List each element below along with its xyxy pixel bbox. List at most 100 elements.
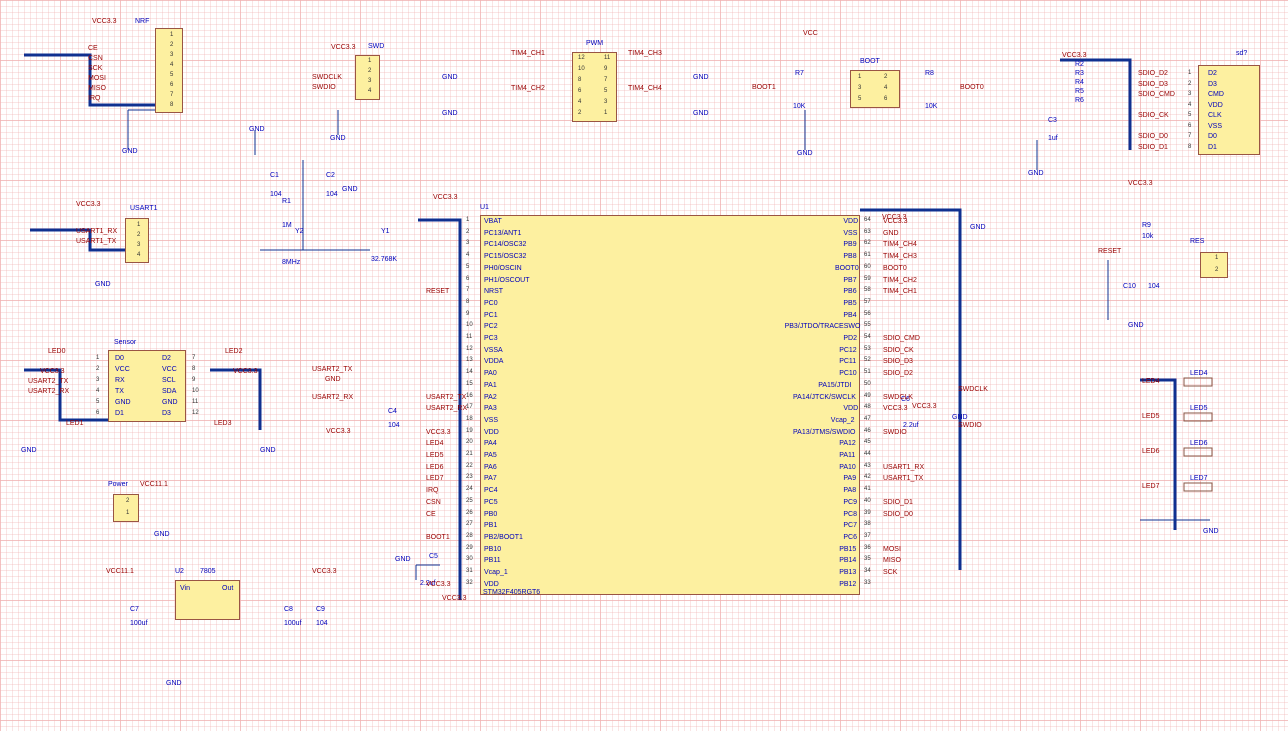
r9v: 10k (1142, 233, 1153, 240)
boot-n0: BOOT1 (752, 84, 776, 91)
sd-ref: sd? (1236, 50, 1247, 57)
mcu-lpname-3: PC14/OSC32 (484, 241, 526, 248)
boot-p4: 4 (884, 85, 887, 91)
mcu-rpnum-49: 49 (864, 393, 871, 399)
mcu-lpname-11: PC3 (484, 335, 498, 342)
mcu-rpname-57: PB5 (843, 300, 856, 307)
res-ref: RES (1190, 238, 1204, 245)
mcu-lnet-17: USART2_RX (426, 405, 467, 412)
mcu-rpname-60: BOOT0 (835, 265, 859, 272)
sensor-ln3: TX (115, 388, 124, 395)
led-ref0: LED4 (1190, 370, 1208, 377)
mcu-lpname-30: PB11 (484, 557, 501, 564)
boot-p6: 6 (884, 96, 887, 102)
mcu-rpname-33: PB12 (839, 581, 856, 588)
pwm-pr3: 3 (604, 99, 607, 105)
res-gnd: GND (1128, 322, 1144, 329)
mcu-lpnum-31: 31 (466, 568, 473, 574)
mcu-rpname-47: Vcap_2 (831, 417, 855, 424)
usart1-vcc: VCC3.3 (76, 201, 101, 208)
reg-ref: U2 (175, 568, 184, 575)
nrf-p3: 3 (170, 52, 173, 58)
res-vcc: VCC3.3 (1128, 180, 1153, 187)
mcu-lnet-28: BOOT1 (426, 534, 450, 541)
sd-pn6: D0 (1208, 133, 1217, 140)
sensor-ref: Sensor (114, 339, 136, 346)
c1: C1 (270, 172, 279, 179)
sensor-ln5: D1 (115, 410, 124, 417)
sensor-rn4: GND (162, 399, 178, 406)
mcu-rnet-61: TIM4_CH3 (883, 253, 917, 260)
nrf-n1: CSN (88, 55, 103, 62)
mcu-rnet-64: VCC3.3 (883, 218, 908, 225)
mcu-lpnum-12: 12 (466, 346, 473, 352)
sd-p5: 5 (1188, 112, 1191, 118)
mcu-rpnum-51: 51 (864, 369, 871, 375)
boot-p1: 1 (858, 74, 861, 80)
boot-r8: R8 (925, 70, 934, 77)
mcu-lpnum-7: 7 (466, 287, 469, 293)
mcu-lnet-7: RESET (426, 288, 449, 295)
mcu-lpname-1: VBAT (484, 218, 502, 225)
mcu-lpname-5: PH0/OSCIN (484, 265, 522, 272)
mcu-part: STM32F405RGT6 (483, 589, 540, 596)
c4v: 104 (388, 422, 400, 429)
mcu-rpname-53: PC12 (839, 347, 857, 354)
mcu-lpname-9: PC1 (484, 312, 498, 319)
sensor-gnd1: GND (21, 447, 37, 454)
sensor-lp5: 6 (96, 410, 99, 416)
nrf-n3: MOSI (88, 75, 106, 82)
c2: C2 (326, 172, 335, 179)
sensor-ln2: RX (115, 377, 125, 384)
sensor-led1: LED1 (66, 420, 84, 427)
sd-r2: R4 (1075, 79, 1084, 86)
usart2-tx: USART2_TX (312, 366, 352, 373)
pwm-pr1: 1 (604, 110, 607, 116)
res-p2: 2 (1215, 267, 1218, 273)
osc-c2gnd: GND (342, 186, 358, 193)
res-body (1200, 252, 1228, 278)
mcu-rnet-63: GND (883, 230, 899, 237)
pwm-ref: PWM (586, 40, 603, 47)
mcu-rnet-43: USART1_RX (883, 464, 924, 471)
boot-r7v: 10K (793, 103, 805, 110)
mcu-lnet-16: USART2_TX (426, 394, 466, 401)
swd-p4: 4 (368, 88, 371, 94)
usart2-rx: USART2_RX (312, 394, 353, 401)
mcu-rpname-35: PB14 (839, 557, 856, 564)
nrf-p2: 2 (170, 42, 173, 48)
nrf-p7: 7 (170, 92, 173, 98)
sd-r1: R3 (1075, 70, 1084, 77)
mcu-rpnum-54: 54 (864, 334, 871, 340)
pwm-pr11: 11 (604, 55, 610, 61)
osc-gndtop: GND (249, 126, 265, 133)
boot-p3: 3 (858, 85, 861, 91)
pwm-n0: TIM4_CH1 (511, 50, 545, 57)
mcu-lpnum-30: 30 (466, 556, 473, 562)
mcu-rpname-64: VDD (843, 218, 858, 225)
mcu-rpname-61: PB8 (843, 253, 856, 260)
sensor-n1: USART2_TX (28, 378, 68, 385)
c8v: 100uf (284, 620, 302, 627)
mcu-lpname-27: PB1 (484, 522, 497, 529)
mcu-lpname-28: PB2/BOOT1 (484, 534, 523, 541)
mcu-rpnum-42: 42 (864, 474, 871, 480)
reg-vin: Vin (180, 585, 190, 592)
sd-pn3: VDD (1208, 102, 1223, 109)
sd-p8: 8 (1188, 144, 1191, 150)
mcu-rpname-37: PC6 (843, 534, 857, 541)
mcu-rpname-50: PA15/JTDI (818, 382, 851, 389)
c7: C7 (130, 606, 139, 613)
mcu-rpnum-59: 59 (864, 276, 871, 282)
pwm-pl8: 8 (578, 77, 581, 83)
vdda-gnd: GND (325, 376, 341, 383)
pwm-pl6: 6 (578, 88, 581, 94)
mcu-lpnum-5: 5 (466, 264, 469, 270)
mcu-rpnum-56: 56 (864, 311, 871, 317)
swd-ref: SWD (368, 43, 384, 50)
power-p1: 1 (126, 510, 129, 516)
mcu-rpname-48: VDD (843, 405, 858, 412)
mcu-rpname-45: PA12 (839, 440, 856, 447)
mcu-lpname-25: PC5 (484, 499, 498, 506)
mcu-lpnum-28: 28 (466, 533, 473, 539)
